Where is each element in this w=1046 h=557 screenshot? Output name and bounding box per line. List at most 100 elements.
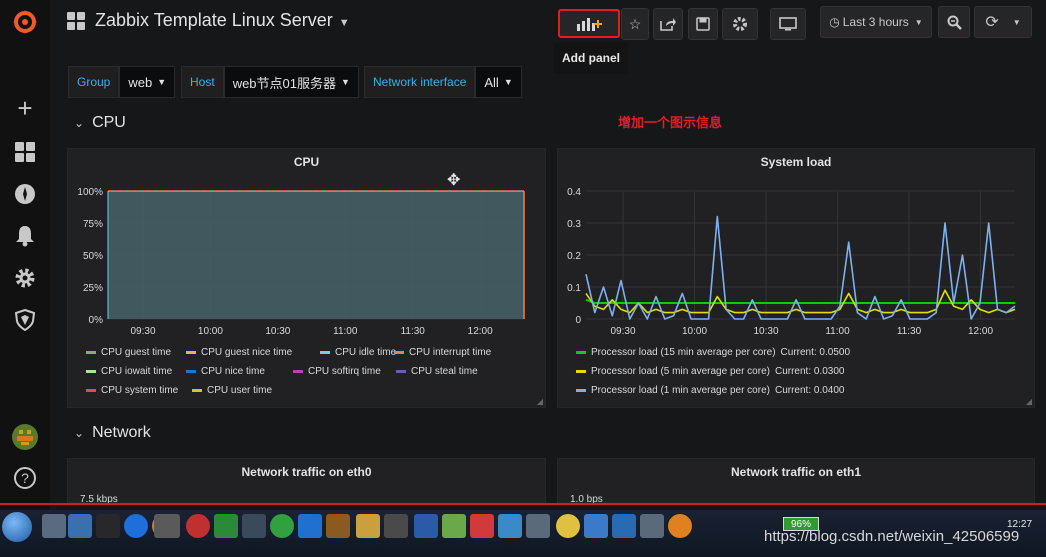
panel-title[interactable]: Network traffic on eth0 (68, 465, 545, 479)
chrome-icon[interactable] (154, 514, 180, 538)
move-cursor-icon: ✥ (447, 172, 461, 189)
taskbar-app-icon[interactable] (442, 514, 466, 538)
row-header-network[interactable]: ⌄ Network (74, 424, 151, 442)
save-dashboard-button[interactable] (688, 8, 718, 40)
legend-label: CPU steal time (411, 366, 478, 377)
save-icon (696, 17, 710, 31)
taskbar-app-icon[interactable] (326, 514, 350, 538)
legend-label: CPU interrupt time (409, 347, 492, 358)
x-tick-label: 10:00 (682, 326, 707, 337)
add-panel-icon (577, 17, 602, 31)
legend-item[interactable]: Processor load (15 min average per core)… (576, 347, 850, 358)
chevron-down-icon: ▼ (341, 77, 350, 87)
taskbar-app-icon[interactable] (242, 514, 266, 538)
panel-network-eth0[interactable]: Network traffic on eth0 7.5 kbps (67, 458, 546, 505)
windows-start-button[interactable] (2, 512, 32, 542)
legend-item[interactable]: CPU nice time (186, 366, 265, 377)
time-range-label: Last 3 hours (842, 15, 909, 29)
taskbar-app-icon[interactable] (356, 514, 380, 538)
y-tick-label: 0.4 (567, 187, 581, 198)
y-tick-label: 0.2 (567, 251, 581, 262)
dashboard-title-dropdown[interactable]: Zabbix Template Linux Server ▼ (95, 10, 350, 31)
legend-swatch (192, 389, 202, 392)
time-picker-button[interactable]: ◷ Last 3 hours ▼ (820, 6, 932, 38)
taskbar-app-icon[interactable] (584, 514, 608, 538)
taskbar-app-icon[interactable] (612, 514, 636, 538)
cycle-view-mode-button[interactable] (770, 8, 806, 40)
panel-system-load[interactable]: System load 0 0.1 0.2 0.3 0.4 09:30 10:00 10:30… (557, 148, 1035, 408)
x-tick-label: 10:30 (265, 326, 290, 337)
taskbar-app-icon[interactable] (384, 514, 408, 538)
legend-item[interactable]: Processor load (5 min average per core) … (576, 366, 844, 377)
user-avatar[interactable] (0, 419, 50, 455)
zoom-out-button[interactable] (938, 6, 970, 38)
star-dashboard-button[interactable]: ☆ (621, 8, 649, 40)
legend-item[interactable]: CPU user time (192, 385, 272, 396)
word-icon[interactable] (414, 514, 438, 538)
legend-item[interactable]: CPU iowait time (86, 366, 172, 377)
taskbar-app-icon[interactable] (640, 514, 664, 538)
plus-icon[interactable]: + (0, 90, 50, 126)
x-tick-label: 09:30 (130, 326, 155, 337)
taskbar-app-icon[interactable] (42, 514, 66, 538)
legend-item[interactable]: CPU system time (86, 385, 178, 396)
resize-handle-icon[interactable]: ◢ (1026, 397, 1032, 406)
dashboards-icon[interactable] (0, 134, 50, 170)
legend-swatch (186, 351, 196, 354)
share-dashboard-button[interactable] (653, 8, 683, 40)
panel-network-eth1[interactable]: Network traffic on eth1 1.0 bps (557, 458, 1035, 505)
legend-item[interactable]: CPU guest nice time (186, 347, 292, 358)
legend-item[interactable]: Processor load (1 min average per core) … (576, 385, 844, 396)
configuration-gear-icon[interactable] (0, 260, 50, 296)
resize-handle-icon[interactable]: ◢ (537, 397, 543, 406)
variable-dropdown[interactable]: All ▼ (475, 66, 522, 98)
taskbar-app-icon[interactable] (498, 514, 522, 538)
legend-item[interactable]: CPU steal time (396, 366, 478, 377)
legend-current-value: Current: 0.0500 (780, 347, 851, 358)
taskbar-app-icon[interactable] (186, 514, 210, 538)
legend-item[interactable]: CPU interrupt time (394, 347, 491, 358)
legend-item[interactable]: CPU softirq time (293, 366, 381, 377)
legend-label: CPU guest time (101, 347, 172, 358)
taskbar-app-icon[interactable] (470, 514, 494, 538)
variable-label: Host (181, 66, 224, 98)
variable-dropdown[interactable]: web ▼ (119, 66, 176, 98)
panel-cpu[interactable]: CPU 0% 25% 50% 75% 100% 09:30 10:00 10:30 11:00 1… (67, 148, 546, 408)
x-tick-label: 10:00 (198, 326, 223, 337)
grafana-logo-icon[interactable] (0, 4, 50, 40)
legend-item[interactable]: CPU idle time (320, 347, 396, 358)
dashboard-settings-button[interactable] (722, 8, 758, 40)
taskbar-app-icon[interactable] (298, 514, 322, 538)
x-tick-label: 11:00 (825, 326, 850, 337)
alerting-bell-icon[interactable] (0, 218, 50, 254)
variable-dropdown[interactable]: web节点01服务器 ▼ (223, 66, 359, 98)
legend-label: CPU iowait time (101, 366, 173, 377)
add-panel-button[interactable] (558, 9, 620, 38)
legend-swatch (186, 370, 196, 373)
legend-swatch (86, 351, 96, 354)
help-icon[interactable]: ? (0, 460, 50, 496)
row-header-cpu[interactable]: ⌄ CPU (74, 114, 126, 132)
server-admin-shield-icon[interactable] (0, 302, 50, 338)
legend-swatch (86, 370, 96, 373)
ie-browser-icon[interactable] (124, 514, 148, 538)
panel-title[interactable]: Network traffic on eth1 (558, 465, 1034, 479)
taskbar-app-icon[interactable] (214, 514, 238, 538)
row-title: CPU (92, 114, 126, 131)
legend-label: CPU softirq time (308, 366, 381, 377)
legend-swatch (86, 389, 96, 392)
taskbar-app-icon[interactable] (96, 514, 120, 538)
legend-swatch (293, 370, 303, 373)
y-tick-label: 0 (575, 315, 581, 326)
refresh-button[interactable]: ⟳ ▼ (974, 6, 1032, 38)
chevron-down-icon: ▼ (503, 77, 513, 87)
refresh-interval-chevron-icon[interactable]: ▼ (1013, 18, 1021, 27)
legend-item[interactable]: CPU guest time (86, 347, 171, 358)
explore-compass-icon[interactable] (0, 176, 50, 212)
taskbar-app-icon[interactable] (270, 514, 294, 538)
taskbar-app-icon[interactable] (668, 514, 692, 538)
taskbar-app-icon[interactable] (68, 514, 92, 538)
taskbar-app-icon[interactable] (526, 514, 550, 538)
taskbar-app-icon[interactable] (556, 514, 580, 538)
x-tick-label: 11:30 (401, 326, 426, 337)
